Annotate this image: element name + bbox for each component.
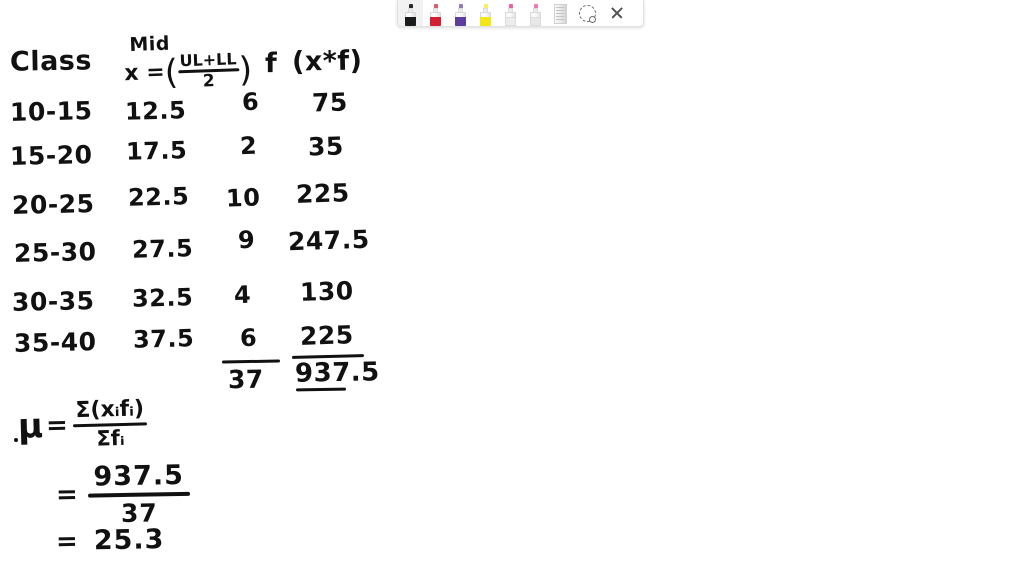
mean-fraction: Σ(xᵢfᵢ) Σfᵢ xyxy=(72,396,148,451)
total-rule-frequency xyxy=(221,359,281,364)
purple-marker-icon xyxy=(455,1,466,26)
table-row-class: 30-35 xyxy=(11,286,95,317)
tool-purple-marker[interactable] xyxy=(448,0,473,26)
table-row-product: 225 xyxy=(299,320,355,351)
midpoint-denominator: 2 xyxy=(202,70,216,91)
column-header-frequency: f xyxy=(265,48,278,79)
column-header-product: (x*f) xyxy=(291,45,363,78)
table-row-mid: 22.5 xyxy=(127,182,190,212)
table-row-class: 20-25 xyxy=(11,189,95,220)
substitution-fraction: 937.5 37 xyxy=(87,459,191,528)
substitution-denominator: 37 xyxy=(120,497,158,528)
table-row-class: 25-30 xyxy=(13,237,97,268)
equals-sign: = xyxy=(55,480,79,511)
white-marker-icon xyxy=(530,1,541,26)
midpoint-fraction: UL+LL 2 xyxy=(177,49,239,91)
tool-lasso-select[interactable] xyxy=(573,0,602,26)
table-row-product: 35 xyxy=(307,131,345,162)
column-header-midpoint: Mid x = ( UL+LL 2 ) xyxy=(123,30,253,93)
equals-sign: = xyxy=(45,410,69,441)
table-row-mid: 17.5 xyxy=(125,136,188,166)
eraser-icon xyxy=(554,4,567,24)
table-row-frequency: 6 xyxy=(241,87,260,117)
mean-numerator: Σ(xᵢfᵢ) xyxy=(75,396,145,424)
table-row-product: 75 xyxy=(311,87,349,118)
open-paren: ( xyxy=(163,51,179,93)
whiteboard-canvas[interactable]: Class Mid x = ( UL+LL 2 ) f (x*f) 10-15 … xyxy=(0,0,1024,580)
table-row-mid: 27.5 xyxy=(131,234,194,264)
white-marker-icon xyxy=(505,1,516,26)
table-row-class: 35-40 xyxy=(13,327,97,358)
mean-formula: μ = Σ(xᵢfᵢ) Σfᵢ xyxy=(17,396,148,451)
total-product-underline xyxy=(295,387,347,391)
table-row-mid: 12.5 xyxy=(124,96,187,126)
tool-white-marker-1[interactable] xyxy=(498,0,523,26)
table-row-frequency: 4 xyxy=(233,280,252,310)
tool-black-marker[interactable] xyxy=(398,0,423,26)
table-row-product: 247.5 xyxy=(287,224,371,257)
mean-substitution: = 937.5 37 xyxy=(55,459,191,528)
close-icon xyxy=(610,6,624,20)
tool-red-marker[interactable] xyxy=(423,0,448,26)
black-marker-icon xyxy=(405,1,416,26)
tool-eraser[interactable] xyxy=(548,0,573,26)
mean-denominator: Σfᵢ xyxy=(96,425,125,451)
equals-sign: = xyxy=(55,526,79,557)
table-row-product: 130 xyxy=(299,276,355,307)
mu-symbol: μ xyxy=(17,406,44,447)
table-row-mid: 37.5 xyxy=(132,324,195,354)
table-row-product: 225 xyxy=(295,178,351,209)
midpoint-numerator: UL+LL xyxy=(179,49,237,71)
table-row-class: 10-15 xyxy=(9,96,93,127)
lasso-icon xyxy=(579,4,596,23)
total-product: 937.5 xyxy=(294,357,381,389)
table-row-frequency: 9 xyxy=(237,225,256,255)
mean-value: 25.3 xyxy=(93,524,165,557)
midpoint-variable: x = xyxy=(123,60,166,87)
table-row-class: 15-20 xyxy=(9,140,93,171)
table-row-mid: 32.5 xyxy=(131,283,194,313)
table-row-frequency: 10 xyxy=(225,183,261,213)
total-frequency: 37 xyxy=(227,364,265,395)
red-marker-icon xyxy=(430,1,441,26)
column-header-class: Class xyxy=(9,45,93,78)
annotation-toolbar[interactable] xyxy=(397,0,644,27)
mean-result: = 25.3 xyxy=(56,524,165,557)
tool-white-marker-2[interactable] xyxy=(523,0,548,26)
table-row-frequency: 6 xyxy=(239,323,258,353)
yellow-marker-icon xyxy=(480,1,491,26)
table-row-frequency: 2 xyxy=(239,131,258,161)
substitution-numerator: 937.5 xyxy=(93,459,185,493)
close-toolbar-button[interactable] xyxy=(602,0,631,26)
tool-yellow-marker[interactable] xyxy=(473,0,498,26)
close-paren: ) xyxy=(238,49,253,90)
